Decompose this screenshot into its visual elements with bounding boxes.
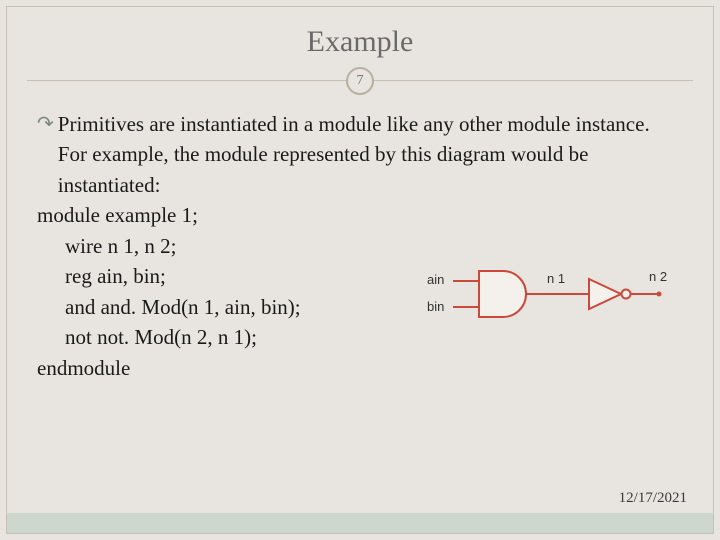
content-area: ↷ Primitives are instantiated in a modul… bbox=[7, 103, 713, 383]
page-title: Example bbox=[7, 25, 713, 59]
footer-bar bbox=[7, 513, 713, 533]
footer-date: 12/17/2021 bbox=[619, 490, 687, 507]
page-number: 7 bbox=[357, 73, 364, 89]
label-n1: n 1 bbox=[547, 270, 565, 289]
slide-frame: Example 7 ↷ Primitives are instantiated … bbox=[6, 6, 714, 534]
bullet-text: Primitives are instantiated in a module … bbox=[58, 109, 683, 200]
code-line: wire n 1, n 2; bbox=[37, 231, 683, 261]
code-line: endmodule bbox=[37, 353, 683, 383]
page-number-badge: 7 bbox=[346, 67, 374, 95]
label-bin: bin bbox=[427, 298, 444, 317]
title-divider: 7 bbox=[7, 63, 713, 103]
code-line: module example 1; bbox=[37, 200, 683, 230]
logic-diagram: ain bin n 1 n 2 bbox=[427, 265, 687, 335]
bullet-item: ↷ Primitives are instantiated in a modul… bbox=[37, 109, 683, 200]
bullet-icon: ↷ bbox=[37, 109, 54, 139]
label-n2: n 2 bbox=[649, 268, 667, 287]
label-ain: ain bbox=[427, 271, 444, 290]
